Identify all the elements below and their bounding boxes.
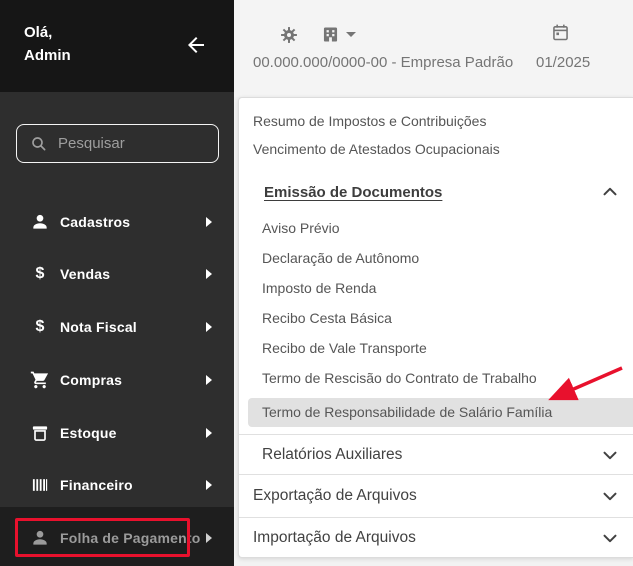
- search-box[interactable]: [16, 124, 257, 163]
- payroll-menu-panel: Resumo de Impostos e Contribuições Venci…: [238, 97, 633, 558]
- menu-item-resumo-impostos[interactable]: Resumo de Impostos e Contribuições: [239, 107, 633, 135]
- topbar: 00.000.000/0000-00 - Empresa Padrão 01/2…: [234, 0, 633, 97]
- chevron-down-icon[interactable]: [599, 527, 621, 549]
- menu-item-declaracao-autonomo[interactable]: Declaração de Autônomo: [239, 244, 633, 272]
- sidebar-header: Olá, Admin: [0, 0, 234, 92]
- dollar-icon: $: [35, 318, 45, 335]
- accordion-importacao-de-arquivos[interactable]: Importação de Arquivos: [239, 518, 633, 558]
- calendar-icon[interactable]: [550, 22, 571, 43]
- sidebar-item-estoque[interactable]: Estoque: [0, 407, 234, 459]
- chevron-down-icon[interactable]: [599, 485, 621, 507]
- sidebar-item-cadastros[interactable]: Cadastros: [0, 196, 234, 248]
- search-icon: [32, 136, 46, 150]
- menu-item-recibo-vale-transporte[interactable]: Recibo de Vale Transporte: [239, 334, 633, 362]
- greeting-line2: Admin: [24, 47, 71, 64]
- menu-item-termo-responsabilidade-salario-familia[interactable]: Termo de Responsabilidade de Salário Fam…: [239, 398, 633, 426]
- caret-right-icon: [206, 375, 212, 385]
- sidebar-item-compras[interactable]: Compras: [0, 354, 234, 406]
- chevron-up-icon[interactable]: [599, 181, 621, 203]
- sidebar-item-label: Compras: [60, 372, 123, 388]
- accordion-label: Emissão de Documentos: [264, 183, 443, 201]
- accordion-exportacao-de-arquivos[interactable]: Exportação de Arquivos: [239, 475, 633, 517]
- search-input[interactable]: [58, 135, 257, 152]
- sidebar-item-financeiro[interactable]: Financeiro: [0, 459, 234, 511]
- menu-item-recibo-cesta-basica[interactable]: Recibo Cesta Básica: [239, 304, 633, 332]
- accordion-label: Relatórios Auxiliares: [262, 445, 403, 463]
- box-icon: [30, 423, 50, 443]
- bar-chart-icon: [30, 475, 50, 495]
- caret-right-icon: [206, 428, 212, 438]
- sidebar-item-vendas[interactable]: $ Vendas: [0, 248, 234, 300]
- accordion-label: Importação de Arquivos: [253, 529, 416, 546]
- chevron-down-icon[interactable]: [599, 444, 621, 466]
- accordion-label: Exportação de Arquivos: [253, 487, 417, 504]
- accordion-relatorios-auxiliares[interactable]: Relatórios Auxiliares: [239, 435, 633, 474]
- accordion-emissao-de-documentos[interactable]: Emissão de Documentos: [239, 177, 633, 207]
- sidebar-item-label: Estoque: [60, 425, 117, 441]
- menu-item-vencimento-atestados[interactable]: Vencimento de Atestados Ocupacionais: [239, 135, 633, 163]
- period-value[interactable]: 01/2025: [536, 54, 590, 71]
- company-building-icon[interactable]: [320, 24, 341, 45]
- collapse-sidebar-arrow-icon[interactable]: [184, 33, 208, 57]
- shopping-cart-icon: [30, 370, 50, 390]
- caret-right-icon: [206, 322, 212, 332]
- caret-right-icon: [206, 480, 212, 490]
- caret-right-icon: [206, 533, 212, 543]
- sidebar-item-label: Cadastros: [60, 214, 131, 230]
- company-dropdown-caret-icon[interactable]: [346, 32, 356, 37]
- sidebar-item-label: Vendas: [60, 266, 111, 282]
- menu-item-termo-rescisao[interactable]: Termo de Rescisão do Contrato de Trabalh…: [239, 364, 633, 392]
- sidebar-item-folha-de-pagamento[interactable]: Folha de Pagamento: [0, 512, 234, 564]
- sidebar-item-nota-fiscal[interactable]: $ Nota Fiscal: [0, 301, 234, 353]
- person-icon: [30, 528, 50, 548]
- sidebar-item-label: Folha de Pagamento: [60, 530, 201, 546]
- menu-item-imposto-de-renda[interactable]: Imposto de Renda: [239, 274, 633, 302]
- app-window: Olá, Admin Cadastros $ Vendas $ Nota Fis…: [0, 0, 633, 566]
- sidebar-active-zone: Folha de Pagamento: [0, 507, 234, 566]
- greeting-line1: Olá,: [24, 24, 53, 41]
- user-greeting: Olá, Admin: [24, 21, 71, 67]
- menu-item-aviso-previo[interactable]: Aviso Prévio: [239, 214, 633, 242]
- caret-right-icon: [206, 269, 212, 279]
- gear-icon[interactable]: [279, 25, 299, 45]
- dollar-icon: $: [35, 265, 45, 282]
- sidebar-item-label: Financeiro: [60, 477, 133, 493]
- caret-right-icon: [206, 217, 212, 227]
- sidebar-item-label: Nota Fiscal: [60, 319, 137, 335]
- sidebar: Olá, Admin Cadastros $ Vendas $ Nota Fis…: [0, 0, 257, 566]
- company-identifier: 00.000.000/0000-00 - Empresa Padrão: [253, 54, 514, 71]
- person-icon: [30, 212, 50, 232]
